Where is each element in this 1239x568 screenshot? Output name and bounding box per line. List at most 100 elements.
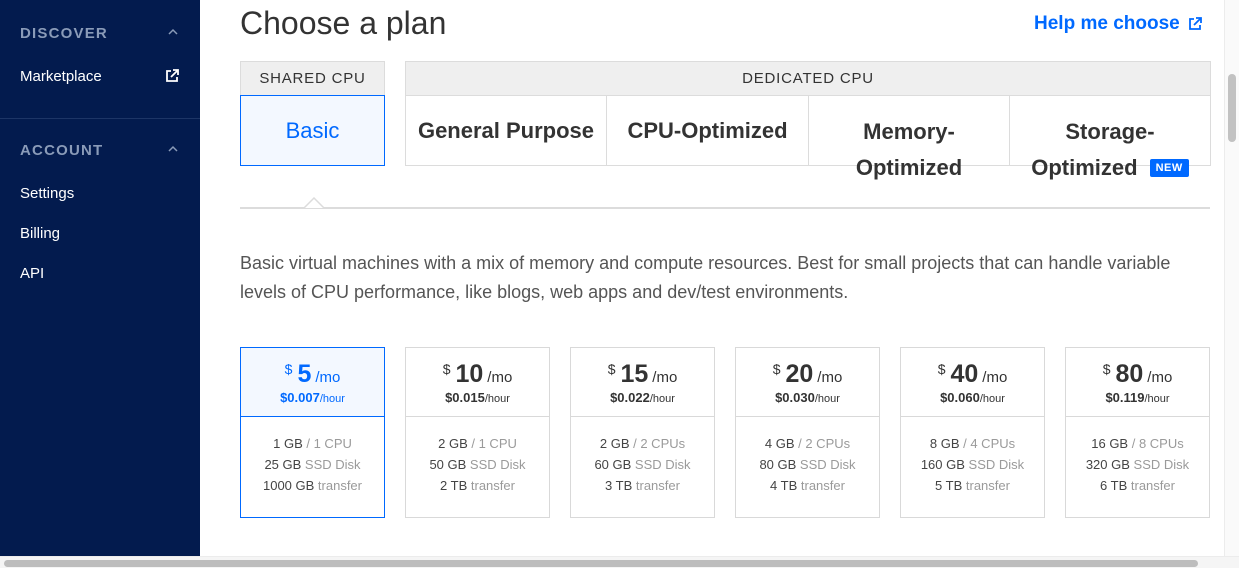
disk-label: SSD Disk [631,457,691,472]
transfer-label: transfer [467,478,515,493]
sidebar-item-settings[interactable]: Settings [20,185,74,202]
hourly-price: $0.007 [280,390,320,405]
tab-memory-optimized[interactable]: Memory- Optimized [808,95,1010,180]
tab-cpu-optimized[interactable]: CPU-Optimized [606,95,809,166]
memory-value: 1 GB [273,436,303,451]
plan-card[interactable]: $40/mo $0.060/hour 8 GB / 4 CPUs 160 GB SSD… [900,347,1045,518]
price-period: /mo [1147,369,1173,386]
horizontal-scrollbar-thumb[interactable] [4,560,1198,567]
tab-label: Basic [285,117,340,143]
chevron-up-icon[interactable] [168,27,178,37]
hourly-unit: /hour [1144,393,1170,405]
sidebar-item-billing[interactable]: Billing [20,225,60,242]
plan-specs: 8 GB / 4 CPUs 160 GB SSD Disk 5 TB transfe… [901,417,1044,496]
cpu-value: / 1 CPU [467,436,517,451]
sidebar-item-marketplace[interactable]: Marketplace [20,68,102,85]
price-period: /mo [315,369,341,386]
tab-label-line2: Optimized [1031,155,1138,180]
sidebar-item-api[interactable]: API [20,265,44,282]
tab-label-line1: Memory- [863,119,955,144]
tab-storage-optimized[interactable]: Storage- Optimized NEW [1009,95,1211,180]
transfer-label: transfer [797,478,845,493]
plan-price: $10/mo $0.015/hour [406,348,549,417]
transfer-value: 6 TB [1100,478,1128,493]
disk-value: 320 GB [1085,457,1130,472]
hourly-unit: /hour [649,393,675,405]
discover-heading[interactable]: DISCOVER [20,25,108,42]
tab-general-purpose[interactable]: General Purpose [405,95,607,166]
plan-card[interactable]: $10/mo $0.015/hour 2 GB / 1 CPU 50 GB SSD D… [405,347,550,518]
monthly-price: 20 [785,360,814,388]
vertical-scrollbar-thumb[interactable] [1228,74,1236,142]
monthly-price: 80 [1115,360,1144,388]
plan-specs: 1 GB / 1 CPU 25 GB SSD Disk 1000 GB transf… [241,417,384,496]
tab-label: General Purpose [417,117,595,143]
currency-symbol: $ [937,361,946,377]
caret-up-icon [303,196,325,209]
currency-symbol: $ [1102,361,1111,377]
disk-value: 25 GB [264,457,302,472]
disk-label: SSD Disk [1129,457,1190,472]
memory-value: 4 GB [764,436,795,451]
plan-specs: 2 GB / 1 CPU 50 GB SSD Disk 2 TB transfer [406,417,549,496]
monthly-price: 5 [297,360,312,388]
main-content: Choose a plan Help me choose SHARED CPU … [200,0,1224,556]
external-link-icon [1188,17,1202,30]
shared-cpu-heading: SHARED CPU [240,61,385,96]
dedicated-cpu-heading: DEDICATED CPU [405,61,1211,96]
memory-value: 16 GB [1091,436,1129,451]
hourly-price: $0.060 [940,390,980,405]
plan-price: $80/mo $0.119/hour [1066,348,1209,417]
disk-value: 60 GB [594,457,632,472]
disk-label: SSD Disk [301,457,361,472]
plan-card[interactable]: $5/mo $0.007/hour 1 GB / 1 CPU 25 GB SSD Di… [240,347,385,518]
transfer-label: transfer [1127,478,1175,493]
plan-card[interactable]: $15/mo $0.022/hour 2 GB / 2 CPUs 60 GB SSD … [570,347,715,518]
account-heading[interactable]: ACCOUNT [20,142,103,159]
tab-label-line1: Storage- [1065,119,1155,144]
vertical-scrollbar[interactable] [1224,0,1239,556]
plan-price: $15/mo $0.022/hour [571,348,714,417]
chevron-up-icon[interactable] [168,144,178,154]
plan-card[interactable]: $20/mo $0.030/hour 4 GB / 2 CPUs 80 GB SSD … [735,347,880,518]
external-link-icon[interactable] [165,69,179,83]
plan-card[interactable]: $80/mo $0.119/hour 16 GB / 8 CPUs 320 GB SS… [1065,347,1210,518]
hourly-price: $0.015 [445,390,485,405]
memory-value: 2 GB [599,436,630,451]
price-period: /mo [652,369,678,386]
plan-description: Basic virtual machines with a mix of mem… [240,253,1171,302]
sidebar: DISCOVER Marketplace ACCOUNT Settings Bi… [0,0,200,568]
transfer-value: 5 TB [935,478,963,493]
plan-price: $5/mo $0.007/hour [241,348,384,417]
help-me-choose-link[interactable]: Help me choose [1034,13,1202,35]
tab-basic[interactable]: Basic [240,95,385,166]
memory-value: 8 GB [929,436,960,451]
transfer-value: 3 TB [605,478,633,493]
horizontal-scrollbar[interactable] [0,556,1239,568]
page-title: Choose a plan [240,5,447,41]
monthly-price: 40 [950,360,979,388]
disk-value: 160 GB [920,457,965,472]
hourly-price: $0.022 [610,390,650,405]
hourly-unit: /hour [814,393,840,405]
hourly-unit: /hour [484,393,510,405]
price-period: /mo [817,369,843,386]
new-badge: NEW [1149,159,1189,177]
price-period: /mo [487,369,513,386]
currency-symbol: $ [607,361,616,377]
transfer-value: 2 TB [440,478,468,493]
plan-specs: 2 GB / 2 CPUs 60 GB SSD Disk 3 TB transfer [571,417,714,496]
disk-value: 50 GB [429,457,467,472]
disk-value: 80 GB [759,457,797,472]
price-period: /mo [982,369,1008,386]
transfer-label: transfer [314,478,362,493]
cpu-value: / 1 CPU [302,436,352,451]
plan-specs: 16 GB / 8 CPUs 320 GB SSD Disk 6 TB transf… [1066,417,1209,496]
monthly-price: 15 [620,360,649,388]
sidebar-divider [0,118,200,119]
tab-label: CPU-Optimized [627,117,788,143]
cpu-value: / 2 CPUs [629,436,686,451]
disk-label: SSD Disk [466,457,526,472]
currency-symbol: $ [284,361,293,377]
transfer-label: transfer [632,478,680,493]
